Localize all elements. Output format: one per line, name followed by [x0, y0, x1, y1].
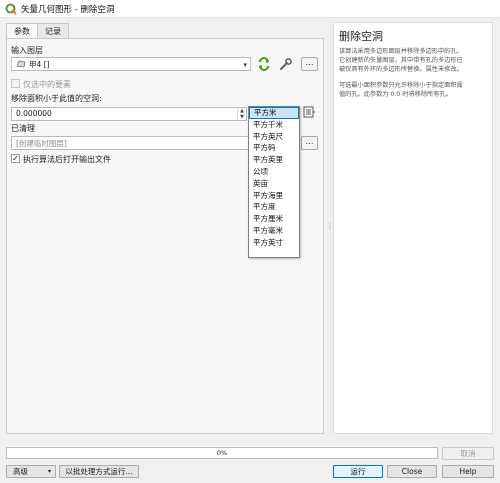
- help-para2-line2: 值的孔。此参数为 0.0 时将移除所有孔。: [339, 91, 452, 98]
- min-area-label: 移除面积小于此值的空洞:: [11, 94, 102, 103]
- unit-option-square-millimeters[interactable]: 平方毫米: [249, 225, 299, 237]
- tab-bar: 参数 记录: [6, 23, 69, 40]
- open-output-checkbox[interactable]: ✓: [11, 154, 20, 163]
- area-unit-dropdown-list: 平方米 平方千米 平方英尺 平方码 平方英里 公顷 英亩 平方海里 平方度 平方…: [248, 106, 300, 258]
- unit-option-square-degrees[interactable]: 平方度: [249, 201, 299, 213]
- open-output-label: 执行算法后打开输出文件: [23, 155, 111, 164]
- selected-only-checkbox[interactable]: [11, 79, 20, 88]
- input-layer-more-button[interactable]: …: [301, 57, 318, 71]
- iterate-icon[interactable]: [257, 57, 271, 71]
- window-title: 矢量几何图形 - 删除空洞: [21, 4, 115, 15]
- unit-option-square-yards[interactable]: 平方码: [249, 142, 299, 154]
- input-layer-combo[interactable]: 甲4 [] ▾: [11, 57, 251, 71]
- splitter-handle[interactable]: ⋮: [326, 222, 334, 236]
- title-bar: 矢量几何图形 - 删除空洞: [0, 0, 500, 18]
- batch-process-button[interactable]: 以批处理方式运行...: [59, 465, 139, 478]
- unit-option-square-kilometers[interactable]: 平方千米: [249, 119, 299, 131]
- spin-arrows-icon[interactable]: ▲ ▼: [237, 108, 246, 120]
- unit-option-acres[interactable]: 英亩: [249, 178, 299, 190]
- help-para1-line3: 被仅具有外环的多边形所替换。属性未修改。: [339, 66, 463, 73]
- help-para2-line1: 可选最小面积参数只允许移除小于指定面积阈: [339, 82, 463, 89]
- close-button[interactable]: Close: [387, 465, 437, 478]
- output-label: 已清理: [11, 124, 35, 133]
- qgis-logo-icon: [5, 3, 17, 15]
- input-layer-label: 输入图层: [11, 46, 43, 55]
- input-layer-value: 甲4 []: [29, 59, 50, 69]
- help-panel: 删除空洞 该算法采用多边形图层并移除多边形中的孔。 它创建新的矢量图层，其中带有…: [333, 22, 493, 434]
- run-button[interactable]: 运行: [333, 465, 383, 478]
- output-placeholder: [创建临时图层]: [16, 138, 67, 148]
- advanced-button[interactable]: 高级 ▾: [6, 465, 56, 478]
- polygon-layer-icon: [16, 60, 26, 68]
- output-more-button[interactable]: …: [301, 136, 318, 150]
- data-defined-override-icon[interactable]: [303, 105, 317, 119]
- unit-option-square-nautical-miles[interactable]: 平方海里: [249, 190, 299, 202]
- unit-option-square-meters[interactable]: 平方米: [249, 107, 299, 119]
- help-para1-line1: 该算法采用多边形图层并移除多边形中的孔。: [339, 48, 463, 55]
- chevron-down-icon: ▾: [47, 468, 51, 475]
- unit-option-square-miles[interactable]: 平方英里: [249, 154, 299, 166]
- help-button[interactable]: Help: [442, 465, 494, 478]
- unit-option-square-feet[interactable]: 平方英尺: [249, 131, 299, 143]
- selected-only-label: 仅选中的要素: [23, 80, 71, 89]
- min-area-value: 0.000000: [16, 109, 52, 118]
- unit-option-square-inches[interactable]: 平方英寸: [249, 237, 299, 249]
- wrench-icon[interactable]: [279, 57, 293, 71]
- chevron-down-icon: ▾: [243, 61, 247, 69]
- min-area-input[interactable]: 0.000000 ▲ ▼: [11, 107, 247, 121]
- help-title: 删除空洞: [339, 30, 383, 43]
- cancel-button[interactable]: 取消: [442, 447, 494, 460]
- unit-option-square-centimeters[interactable]: 平方厘米: [249, 213, 299, 225]
- tab-log[interactable]: 记录: [37, 23, 69, 39]
- advanced-label: 高级: [13, 467, 28, 476]
- progress-bar: 0%: [6, 447, 438, 459]
- progress-text: 0%: [216, 449, 228, 457]
- unit-option-hectares[interactable]: 公顷: [249, 166, 299, 178]
- help-para1-line2: 它创建新的矢量图层，其中带有孔的多边形已: [339, 57, 463, 64]
